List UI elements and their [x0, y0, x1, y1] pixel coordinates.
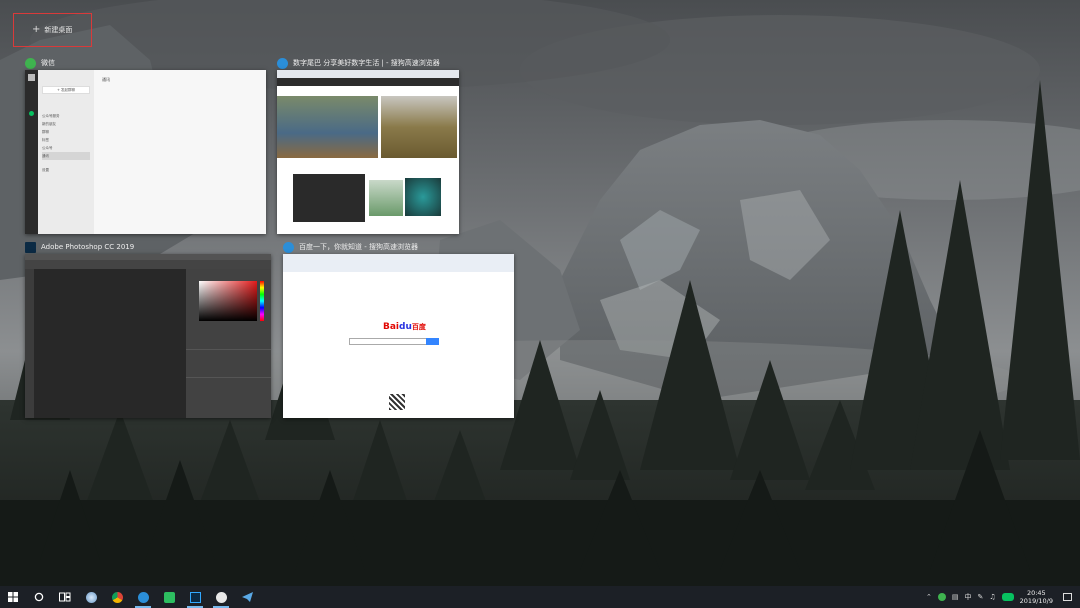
window-thumbnail[interactable]: [277, 70, 459, 234]
panel-divider: [186, 349, 271, 350]
qr-code: [389, 394, 405, 410]
wechat-icon: [215, 591, 227, 603]
canvas-area: [34, 269, 186, 418]
sogou-browser-icon: [137, 591, 149, 603]
task-view-icon: [59, 592, 71, 602]
right-panels: [186, 269, 271, 418]
sogou-browser-icon: [277, 57, 288, 69]
search-input: [349, 338, 427, 345]
window-title: 百度一下，你就知道 - 搜狗高速浏览器: [299, 243, 418, 251]
chevron-up-icon[interactable]: ⌃: [926, 593, 932, 601]
hero-image: [277, 96, 378, 158]
list-item: 通讯: [42, 152, 90, 160]
taskbar-app-telegram[interactable]: [234, 586, 260, 608]
window-sogou-baidu[interactable]: 百度一下，你就知道 - 搜狗高速浏览器 Baidu百度: [283, 240, 514, 418]
window-title-bar: Adobe Photoshop CC 2019: [25, 240, 134, 254]
search-button[interactable]: [26, 586, 52, 608]
photoshop-icon: [189, 591, 201, 603]
window-thumbnail[interactable]: + 发起群聊 公众号服务 新的朋友 群聊 标签 公众号 通讯 设置 通讯: [25, 70, 266, 234]
clock-date: 2019/10/9: [1019, 597, 1053, 605]
search-button: [426, 338, 439, 345]
taskbar-app-chrome[interactable]: [104, 586, 130, 608]
list-item: 标签: [42, 138, 49, 142]
sogou-input-icon[interactable]: [1001, 593, 1014, 601]
wechat-main-pane: 通讯: [94, 70, 266, 234]
taskbar-app-photoshop[interactable]: [182, 586, 208, 608]
window-thumbnail[interactable]: Baidu百度: [283, 254, 514, 418]
search-icon: [34, 592, 44, 602]
speaker-icon[interactable]: ♫: [989, 593, 995, 601]
list-item: 设置: [42, 168, 49, 172]
list-item: 公众号服务: [42, 114, 60, 118]
system-tray: ⌃ ▤ 中 ✎ ♫ 20:45 2019/10/9: [926, 586, 1080, 608]
telegram-icon: [241, 592, 253, 602]
list-item: 群聊: [42, 130, 49, 134]
taskbar-app-evernote[interactable]: [156, 586, 182, 608]
taskbar-app-sogou[interactable]: [78, 586, 104, 608]
sogou-browser-icon: [283, 241, 294, 253]
clock-time: 20:45: [1026, 589, 1046, 597]
hero-image: [381, 96, 457, 158]
logo-text: Bai: [383, 322, 400, 332]
options-bar: [25, 260, 271, 269]
wechat-sidebar: [25, 70, 38, 234]
windows-start-icon: [8, 592, 18, 602]
list-item: 新的朋友: [42, 122, 56, 126]
logo-text: du: [399, 322, 412, 332]
page-body: Baidu百度: [283, 272, 514, 418]
plus-icon: +: [32, 24, 41, 35]
new-desktop-label: 新建桌面: [44, 26, 73, 34]
article-image: [405, 178, 441, 216]
panel-divider: [186, 377, 271, 378]
site-nav-bar: [277, 78, 459, 86]
article-image: [293, 174, 365, 222]
network-icon[interactable]: ▤: [952, 593, 959, 601]
new-desktop-button[interactable]: + 新建桌面: [13, 13, 92, 47]
taskbar-app-wechat[interactable]: [208, 586, 234, 608]
taskbar: ⌃ ▤ 中 ✎ ♫ 20:45 2019/10/9: [0, 586, 1080, 608]
language-indicator[interactable]: 中: [965, 592, 972, 602]
chat-icon: [29, 111, 34, 116]
hue-slider: [260, 281, 264, 321]
window-photoshop[interactable]: Adobe Photoshop CC 2019: [25, 240, 271, 418]
window-thumbnail[interactable]: [25, 254, 271, 418]
window-title: Adobe Photoshop CC 2019: [41, 243, 135, 251]
window-title-bar: 百度一下，你就知道 - 搜狗高速浏览器: [283, 240, 418, 254]
window-title-bar: 微信: [25, 56, 55, 70]
pane-header: 通讯: [102, 77, 110, 82]
notification-icon[interactable]: [1063, 593, 1072, 601]
wechat-contact-list: + 发起群聊 公众号服务 新的朋友 群聊 标签 公众号 通讯 设置: [38, 70, 94, 234]
photoshop-icon: [25, 241, 36, 253]
clock[interactable]: 20:45 2019/10/9: [1020, 589, 1053, 605]
taskbar-app-sogou-running[interactable]: [130, 586, 156, 608]
evernote-icon: [163, 591, 175, 603]
sogou-browser-icon: [85, 591, 97, 603]
window-wechat[interactable]: 微信 + 发起群聊 公众号服务 新的朋友 群聊 标签 公众号 通讯 设置 通讯: [25, 56, 266, 234]
start-button[interactable]: [0, 586, 26, 608]
window-title-bar: 数字尾巴 分享美好数字生活 | - 搜狗高速浏览器: [277, 56, 440, 70]
input-method-icon[interactable]: ✎: [978, 593, 984, 601]
window-title: 数字尾巴 分享美好数字生活 | - 搜狗高速浏览器: [293, 59, 440, 67]
browser-toolbar: [283, 254, 514, 273]
baidu-logo: Baidu百度: [383, 322, 426, 332]
chrome-icon: [111, 591, 123, 603]
avatar: [28, 74, 35, 81]
tools-panel: [25, 269, 34, 418]
task-view-button[interactable]: [52, 586, 78, 608]
wechat-icon: [25, 57, 36, 69]
logo-text: 百度: [411, 323, 426, 331]
article-image: [369, 180, 403, 216]
search-button: + 发起群聊: [42, 86, 90, 94]
wechat-tray-icon[interactable]: [937, 593, 946, 601]
list-item: 公众号: [42, 146, 53, 150]
browser-toolbar: [277, 70, 459, 78]
color-picker: [199, 281, 257, 321]
window-title: 微信: [41, 59, 55, 67]
window-sogou-dgtle[interactable]: 数字尾巴 分享美好数字生活 | - 搜狗高速浏览器: [277, 56, 459, 234]
